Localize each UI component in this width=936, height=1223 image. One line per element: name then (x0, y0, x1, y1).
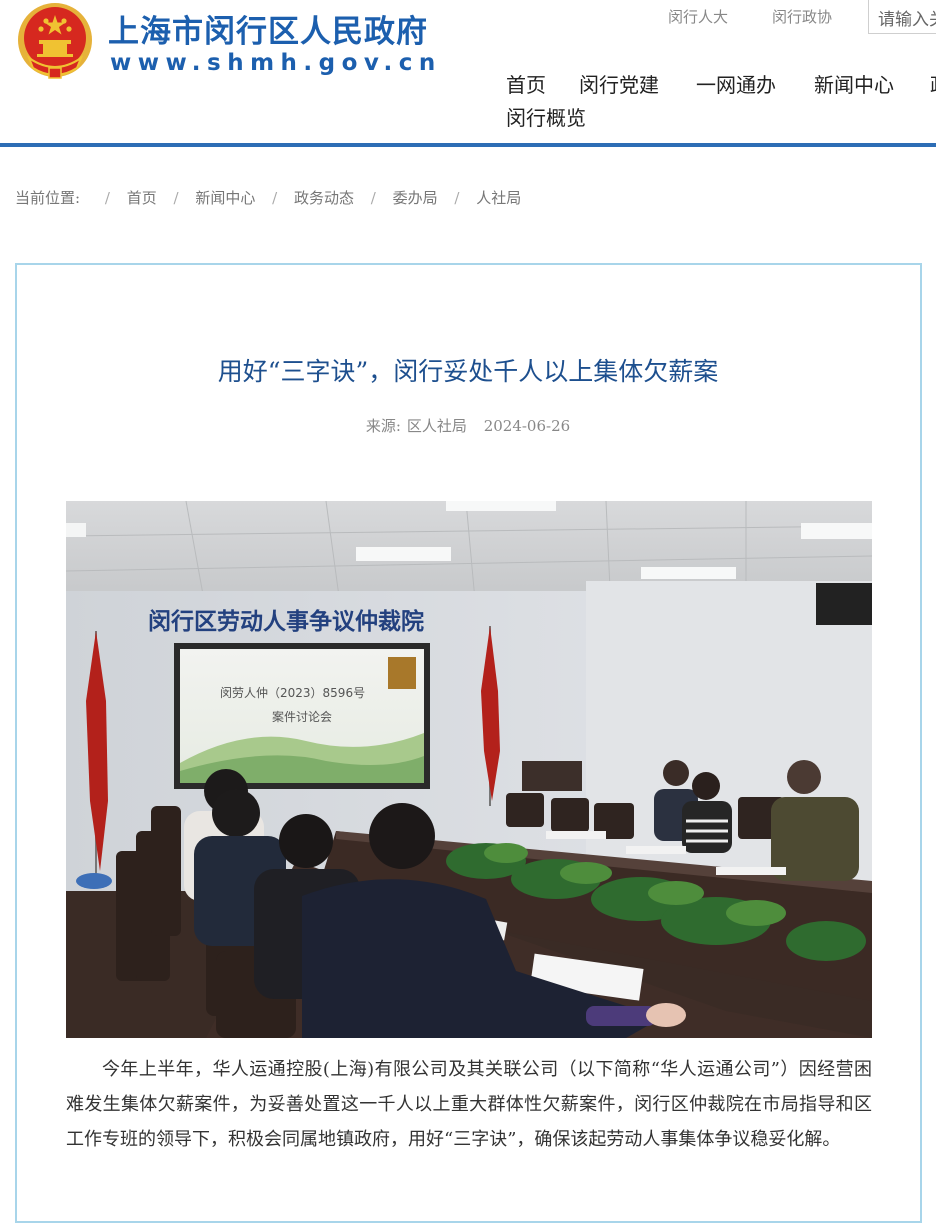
screen-line-1: 闵劳人仲（2023）8596号 (220, 685, 365, 700)
breadcrumb-label: 当前位置: (15, 189, 81, 207)
site-domain[interactable]: www.shmh.gov.cn (110, 50, 442, 76)
toplink-renda[interactable]: 闵行人大 (668, 6, 728, 27)
breadcrumb-news-center[interactable]: 新闻中心 (195, 189, 255, 207)
nav-news-center[interactable]: 新闻中心 (814, 69, 894, 98)
breadcrumb-home[interactable]: 首页 (127, 189, 157, 207)
national-emblem-icon[interactable] (15, 2, 95, 82)
article-date: 2024-06-26 (483, 417, 571, 435)
article-title: 用好“三字诀”，闵行妥处千人以上集体欠薪案 (217, 357, 719, 386)
breadcrumb-departments[interactable]: 委办局 (393, 189, 438, 207)
breadcrumb-gov-news[interactable]: 政务动态 (294, 189, 354, 207)
screen-line-2: 案件讨论会 (272, 709, 332, 724)
header-divider (0, 143, 936, 147)
article-source: 区人社局 (406, 417, 467, 435)
nav-home[interactable]: 首页 (506, 69, 546, 98)
site-header: 上海市闵行区人民政府 www.shmh.gov.cn 闵行人大 闵行政协 首页 … (0, 0, 936, 147)
article-meta: 来源: 区人社局 2024-06-26 (0, 415, 936, 436)
search-input[interactable] (868, 0, 936, 34)
site-name[interactable]: 上海市闵行区人民政府 (108, 6, 428, 51)
nav-online-service[interactable]: 一网通办 (696, 69, 776, 98)
article-paragraph: 今年上半年，华人运通控股(上海)有限公司及其关联公司（以下简称“华人运通公司”）… (66, 1059, 872, 1150)
toplink-zhengxie[interactable]: 闵行政协 (772, 6, 832, 27)
source-label: 来源: (365, 417, 401, 435)
nav-government[interactable]: 政 (930, 69, 936, 98)
breadcrumb: 当前位置: / 首页 / 新闻中心 / 政务动态 / 委办局 / 人社局 (15, 189, 522, 207)
nav-party[interactable]: 闵行党建 (579, 69, 659, 98)
breadcrumb-hr-bureau[interactable]: 人社局 (476, 189, 521, 207)
nav-overview[interactable]: 闵行概览 (506, 102, 586, 131)
article-photo: 闵行区劳动人事争议仲裁院 闵劳人仲（2023）8596号 案件讨论会 (66, 501, 872, 1038)
wall-sign-text: 闵行区劳动人事争议仲裁院 (148, 608, 424, 635)
